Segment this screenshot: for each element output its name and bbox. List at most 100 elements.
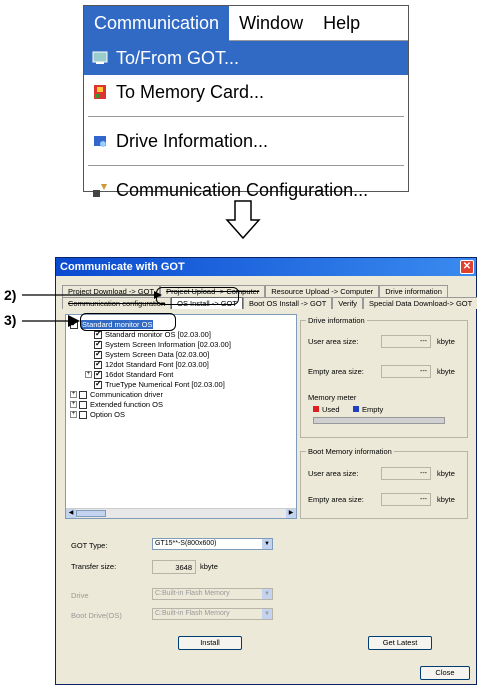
- menu-item-label: To/From GOT...: [116, 47, 240, 68]
- drive-select[interactable]: C:Built-in Flash Memory ▼: [152, 588, 273, 600]
- checkbox[interactable]: [79, 400, 87, 409]
- tree-node-child[interactable]: Standard monitor OS [02.03.00]: [94, 329, 211, 339]
- menu-separator: [88, 165, 404, 166]
- empty-color-icon: [353, 406, 359, 412]
- checkbox[interactable]: [94, 329, 102, 339]
- menu-help[interactable]: Help: [313, 6, 370, 41]
- scroll-left-icon[interactable]: ◀: [66, 509, 76, 518]
- tab-boot-os-install[interactable]: Boot OS Install -> GOT: [242, 297, 333, 309]
- tree-node-label: System Screen Information [02.03.00]: [105, 340, 231, 349]
- got-type-select[interactable]: GT15**-S(800x600) ▼: [152, 538, 273, 550]
- boot-empty-area-label: Empty area size:: [308, 495, 364, 504]
- transfer-size-label: Transfer size:: [71, 562, 117, 571]
- menu-communication[interactable]: Communication: [84, 5, 230, 41]
- tree-node-other[interactable]: + Extended function OS: [70, 400, 163, 409]
- memory-meter-bar: [313, 417, 445, 424]
- legend-used-label: Used: [322, 405, 340, 414]
- close-button[interactable]: Close: [420, 666, 470, 680]
- boot-drive-label: Boot Drive(OS): [71, 611, 122, 620]
- menu-item-to-memory-card[interactable]: To Memory Card...: [84, 75, 408, 109]
- checkbox[interactable]: [94, 349, 102, 359]
- user-area-value: ---: [381, 335, 431, 348]
- tree-node-child[interactable]: 12dot Standard Font [02.03.00]: [94, 359, 209, 369]
- tree-horizontal-scrollbar[interactable]: ◀ ▶: [66, 508, 296, 518]
- drive-label: Drive: [71, 591, 89, 600]
- tree-node-label: 12dot Standard Font [02.03.00]: [105, 360, 209, 369]
- tree-node-label: System Screen Data [02.03.00]: [105, 350, 210, 359]
- unit-label: kbyte: [437, 495, 455, 504]
- got-type-value: GT15**-S(800x600): [155, 540, 217, 547]
- standard-monitor-os-highlight: [80, 313, 176, 331]
- tree-node-other[interactable]: + Communication driver: [70, 390, 163, 399]
- callout-3-arrow: [22, 315, 80, 327]
- tab-special-data-download[interactable]: Special Data Download-> GOT: [363, 297, 477, 309]
- chevron-down-icon[interactable]: ▼: [262, 609, 272, 619]
- tab-drive-information[interactable]: Drive information: [379, 285, 448, 297]
- boot-memory-group: Boot Memory information User area size: …: [300, 447, 468, 519]
- menu-item-to-from-got[interactable]: To/From GOT...: [84, 41, 408, 75]
- os-install-tab-highlight: [156, 287, 239, 305]
- tree-node-label: Extended function OS: [90, 400, 163, 409]
- tree-node-child[interactable]: TrueType Numerical Font [02.03.00]: [94, 379, 225, 389]
- got-type-label: GOT Type:: [71, 541, 108, 550]
- checkbox[interactable]: [94, 379, 102, 389]
- menu-window[interactable]: Window: [229, 6, 313, 41]
- memory-meter-label: Memory meter: [308, 393, 357, 402]
- checkbox[interactable]: [94, 369, 102, 379]
- menu-item-drive-information[interactable]: Drive Information...: [84, 124, 408, 158]
- user-area-label: User area size:: [308, 337, 359, 346]
- unit-label: kbyte: [437, 337, 455, 346]
- legend-empty: Empty: [353, 405, 383, 414]
- checkbox[interactable]: [79, 390, 87, 399]
- legend-empty-label: Empty: [362, 405, 384, 414]
- chevron-down-icon[interactable]: ▼: [262, 589, 272, 599]
- boot-user-area-label: User area size:: [308, 469, 359, 478]
- expand-icon[interactable]: +: [85, 371, 92, 378]
- callout-3: 3): [4, 312, 17, 328]
- tree-node-label: 16dot Standard Font: [105, 370, 174, 379]
- get-latest-button[interactable]: Get Latest: [368, 636, 432, 650]
- tab-resource-upload[interactable]: Resource Upload -> Computer: [265, 285, 380, 297]
- menu-separator: [88, 116, 404, 117]
- drive-info-icon: [92, 133, 110, 149]
- drive-value: C:Built-in Flash Memory: [155, 590, 230, 597]
- boot-drive-value: C:Built-in Flash Memory: [155, 610, 230, 617]
- expand-icon[interactable]: +: [70, 401, 77, 408]
- tab-verify[interactable]: Verify: [332, 297, 364, 309]
- checkbox[interactable]: [94, 359, 102, 369]
- scrollbar-thumb[interactable]: [76, 510, 106, 517]
- dialog-titlebar: Communicate with GOT ✕: [56, 258, 476, 276]
- tree-node-other[interactable]: + Option OS: [70, 410, 125, 419]
- os-tree[interactable]: Standard monitor OS Standard monitor OS …: [65, 314, 297, 519]
- transfer-icon: [92, 50, 110, 66]
- down-arrow-icon: [225, 200, 261, 240]
- callout-2: 2): [4, 287, 17, 303]
- boot-user-area-value: ---: [381, 467, 431, 480]
- legend-used: Used: [313, 405, 340, 414]
- comm-config-icon: [92, 182, 110, 198]
- expand-icon[interactable]: +: [70, 411, 77, 418]
- transfer-size-unit: kbyte: [200, 562, 218, 571]
- scroll-right-icon[interactable]: ▶: [286, 509, 296, 518]
- boot-drive-select[interactable]: C:Built-in Flash Memory ▼: [152, 608, 273, 620]
- expand-icon[interactable]: +: [70, 391, 77, 398]
- tree-node-label: TrueType Numerical Font [02.03.00]: [105, 380, 225, 389]
- group-title: Drive information: [306, 316, 367, 325]
- tree-node-child[interactable]: System Screen Information [02.03.00]: [94, 339, 231, 349]
- unit-label: kbyte: [437, 469, 455, 478]
- menu-bar: Communication Window Help: [84, 5, 408, 41]
- checkbox[interactable]: [94, 339, 102, 349]
- menu-item-label: To Memory Card...: [116, 81, 265, 102]
- chevron-down-icon[interactable]: ▼: [262, 539, 272, 549]
- boot-empty-area-value: ---: [381, 493, 431, 506]
- dialog-title: Communicate with GOT: [60, 261, 185, 273]
- tree-node-label: Communication driver: [90, 390, 163, 399]
- install-button[interactable]: Install: [178, 636, 242, 650]
- checkbox[interactable]: [79, 410, 87, 419]
- tree-node-child[interactable]: System Screen Data [02.03.00]: [94, 349, 210, 359]
- group-title: Boot Memory information: [306, 447, 394, 456]
- title-close-icon[interactable]: ✕: [460, 260, 474, 274]
- communication-menu: Communication Window Help To/From GOT...…: [83, 5, 409, 200]
- unit-label: kbyte: [437, 367, 455, 376]
- menu-item-label: Drive Information...: [116, 130, 269, 151]
